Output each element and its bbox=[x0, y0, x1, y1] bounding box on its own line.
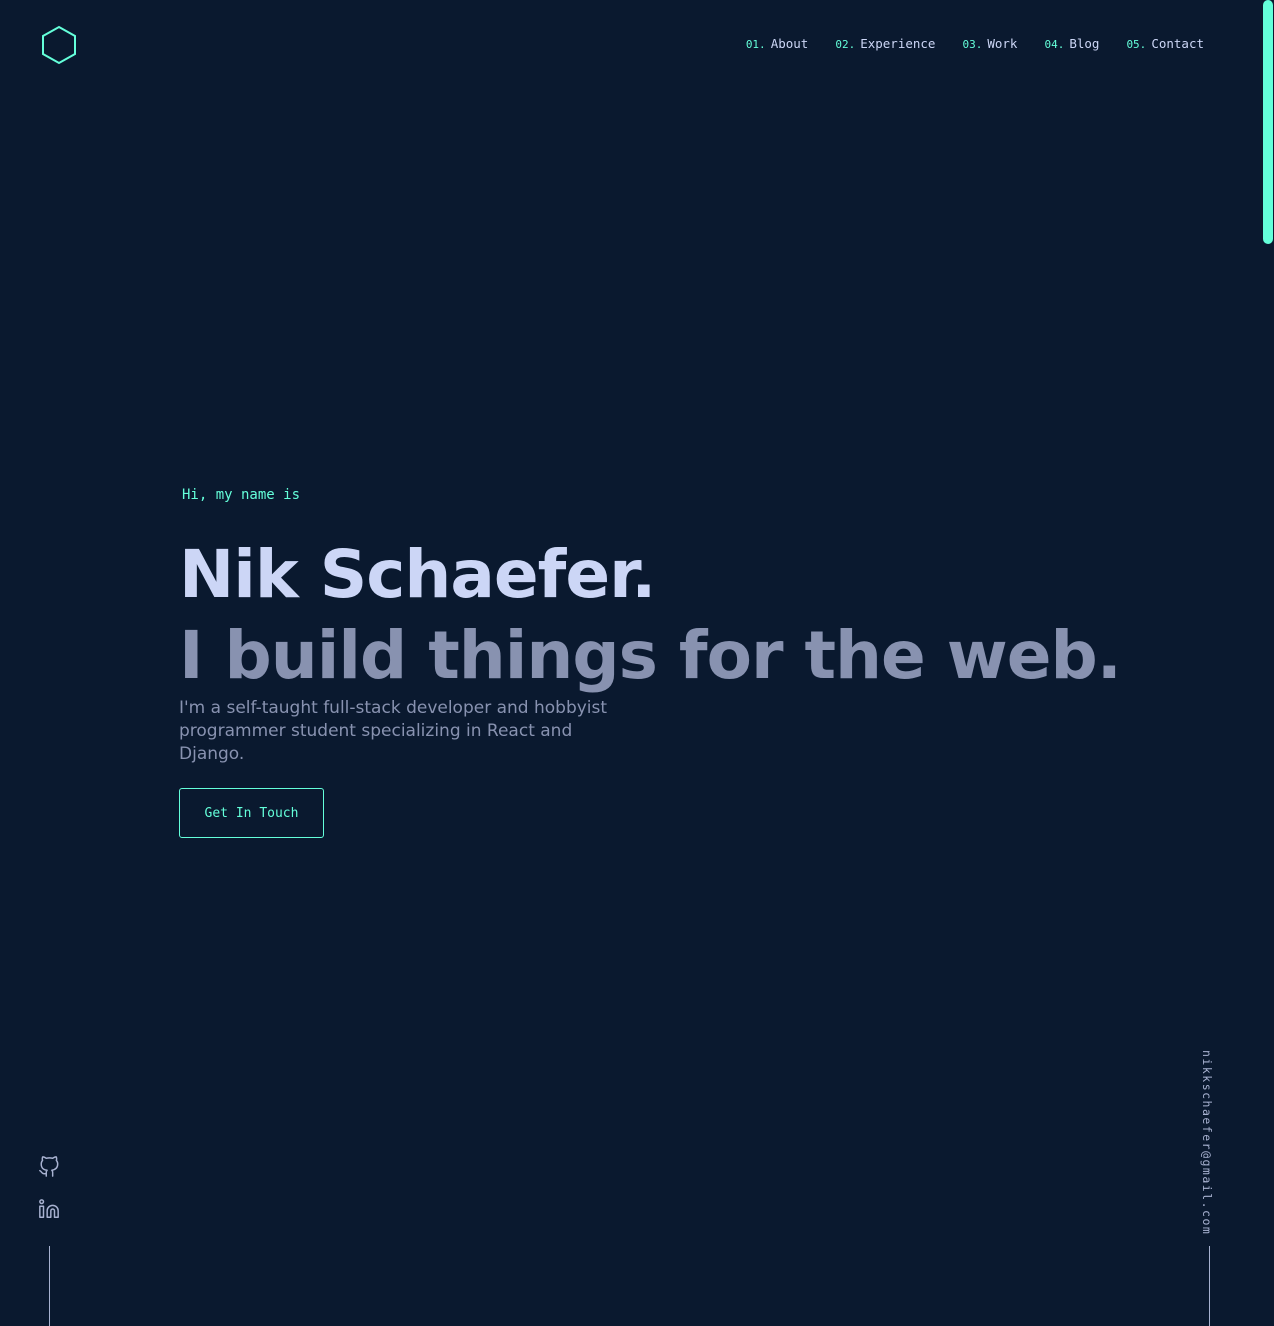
github-icon[interactable] bbox=[38, 1156, 60, 1178]
nav-label: Contact bbox=[1151, 36, 1204, 51]
nav-number: 05. bbox=[1126, 38, 1147, 51]
hero-name: Nik Schaefer. bbox=[179, 536, 656, 613]
email-link[interactable]: nikkschaefer@gmail.com bbox=[1200, 1050, 1214, 1235]
nav-label: Experience bbox=[860, 36, 936, 51]
scrollbar-thumb[interactable] bbox=[1263, 0, 1273, 244]
nav-item-work[interactable]: 03. Work bbox=[962, 36, 1017, 51]
hero-tagline: I build things for the web. bbox=[179, 617, 1122, 694]
nav-item-about[interactable]: 01. About bbox=[746, 36, 809, 51]
nav-item-contact[interactable]: 05. Contact bbox=[1126, 36, 1204, 51]
nav-label: Work bbox=[987, 36, 1018, 51]
nav-item-experience[interactable]: 02. Experience bbox=[835, 36, 935, 51]
main-nav: 01. About 02. Experience 03. Work 04. Bl… bbox=[746, 36, 1204, 51]
right-divider-line bbox=[1209, 1246, 1210, 1326]
get-in-touch-button[interactable]: Get In Touch bbox=[179, 788, 324, 838]
nav-number: 04. bbox=[1044, 38, 1065, 51]
left-divider-line bbox=[49, 1246, 50, 1326]
nav-number: 02. bbox=[835, 38, 856, 51]
social-links bbox=[38, 1156, 60, 1220]
nav-number: 03. bbox=[962, 38, 983, 51]
nav-label: About bbox=[770, 36, 809, 51]
linkedin-icon[interactable] bbox=[38, 1198, 60, 1220]
hero-greeting: Hi, my name is bbox=[182, 487, 301, 503]
nav-label: Blog bbox=[1069, 36, 1100, 51]
hero-intro: I'm a self-taught full-stack developer a… bbox=[179, 698, 608, 764]
nav-number: 01. bbox=[745, 38, 766, 51]
hexagon-logo-icon[interactable] bbox=[40, 25, 78, 65]
nav-item-blog[interactable]: 04. Blog bbox=[1044, 36, 1099, 51]
